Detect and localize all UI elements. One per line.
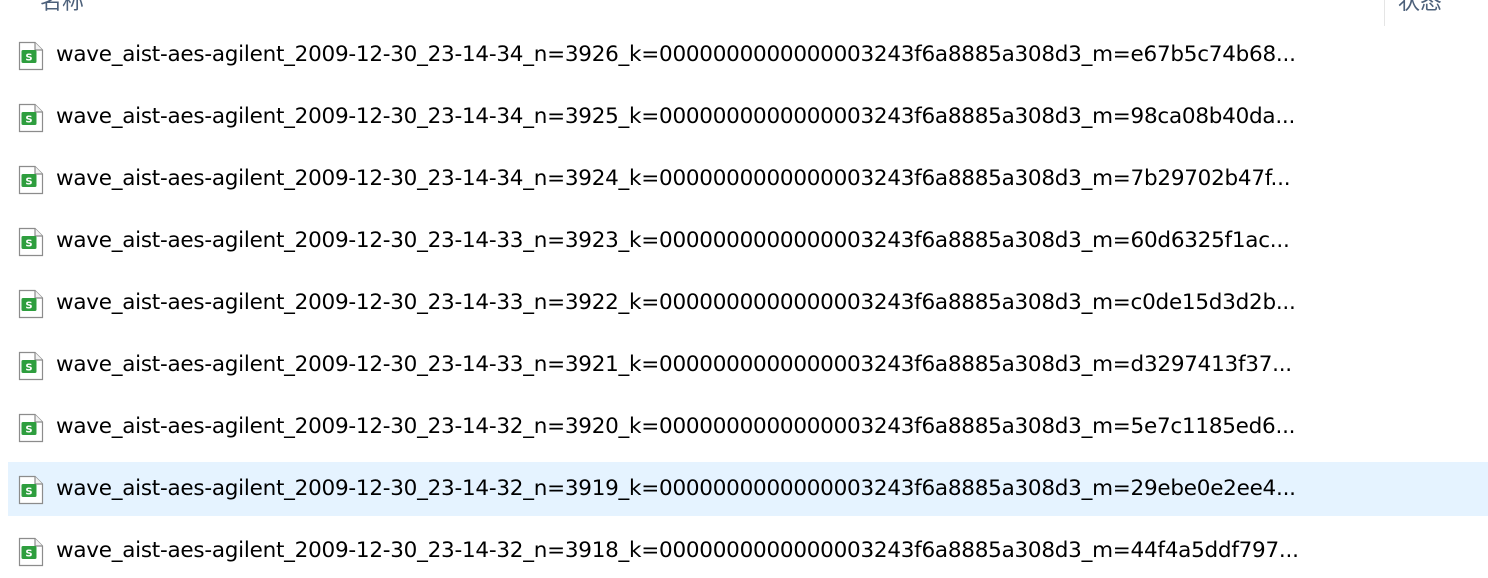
- spreadsheet-file-icon: S: [18, 165, 44, 195]
- column-header-name[interactable]: 名称: [40, 0, 84, 20]
- spreadsheet-file-icon: S: [18, 289, 44, 319]
- file-name-label: wave_aist-aes-agilent_2009-12-30_23-14-3…: [56, 538, 1299, 563]
- file-explorer-window: 名称 状态 S wave_aist-aes-agilent_2009-12-30…: [0, 0, 1488, 578]
- file-list-item-4[interactable]: S wave_aist-aes-agilent_2009-12-30_23-14…: [8, 214, 1488, 268]
- spreadsheet-file-icon: S: [18, 227, 44, 257]
- spreadsheet-file-icon: S: [18, 413, 44, 443]
- file-list-item-2[interactable]: S wave_aist-aes-agilent_2009-12-30_23-14…: [8, 90, 1488, 144]
- svg-text:S: S: [25, 425, 32, 436]
- svg-text:S: S: [25, 549, 32, 560]
- file-name-label: wave_aist-aes-agilent_2009-12-30_23-14-3…: [56, 414, 1296, 439]
- file-list-item-1[interactable]: S wave_aist-aes-agilent_2009-12-30_23-14…: [8, 28, 1488, 82]
- spreadsheet-file-icon: S: [18, 103, 44, 133]
- file-name-label: wave_aist-aes-agilent_2009-12-30_23-14-3…: [56, 290, 1296, 315]
- spreadsheet-file-icon: S: [18, 537, 44, 567]
- file-list-item-5[interactable]: S wave_aist-aes-agilent_2009-12-30_23-14…: [8, 276, 1488, 330]
- svg-text:S: S: [25, 301, 32, 312]
- spreadsheet-file-icon: S: [18, 351, 44, 381]
- file-list-item-7[interactable]: S wave_aist-aes-agilent_2009-12-30_23-14…: [8, 400, 1488, 454]
- svg-text:S: S: [25, 53, 32, 64]
- column-header-status[interactable]: 状态: [1398, 0, 1442, 20]
- file-name-label: wave_aist-aes-agilent_2009-12-30_23-14-3…: [56, 42, 1296, 67]
- file-name-label: wave_aist-aes-agilent_2009-12-30_23-14-3…: [56, 228, 1290, 253]
- file-name-label: wave_aist-aes-agilent_2009-12-30_23-14-3…: [56, 104, 1296, 129]
- column-header-bar: 名称 状态: [0, 0, 1488, 26]
- svg-text:S: S: [25, 487, 32, 498]
- file-name-label: wave_aist-aes-agilent_2009-12-30_23-14-3…: [56, 352, 1292, 377]
- file-list-item-3[interactable]: S wave_aist-aes-agilent_2009-12-30_23-14…: [8, 152, 1488, 206]
- svg-text:S: S: [25, 363, 32, 374]
- svg-text:S: S: [25, 177, 32, 188]
- file-list-item-9[interactable]: S wave_aist-aes-agilent_2009-12-30_23-14…: [8, 524, 1488, 578]
- file-list: S wave_aist-aes-agilent_2009-12-30_23-14…: [8, 28, 1488, 578]
- column-divider[interactable]: [1384, 0, 1385, 26]
- file-name-label: wave_aist-aes-agilent_2009-12-30_23-14-3…: [56, 476, 1296, 501]
- spreadsheet-file-icon: S: [18, 475, 44, 505]
- svg-text:S: S: [25, 239, 32, 250]
- spreadsheet-file-icon: S: [18, 41, 44, 71]
- file-list-item-6[interactable]: S wave_aist-aes-agilent_2009-12-30_23-14…: [8, 338, 1488, 392]
- file-name-label: wave_aist-aes-agilent_2009-12-30_23-14-3…: [56, 166, 1291, 191]
- svg-text:S: S: [25, 115, 32, 126]
- file-list-item-8[interactable]: S wave_aist-aes-agilent_2009-12-30_23-14…: [8, 462, 1488, 516]
